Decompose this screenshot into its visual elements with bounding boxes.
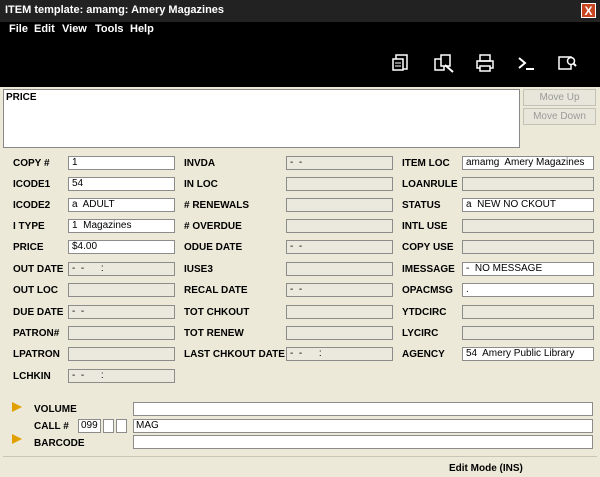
lpatron-field[interactable] xyxy=(68,347,175,361)
overdue-label: # OVERDUE xyxy=(184,221,242,232)
price-panel-label: PRICE xyxy=(6,92,37,103)
recal-date-field[interactable]: - - xyxy=(286,283,393,297)
copy-use-field[interactable] xyxy=(462,240,594,254)
record-icon[interactable] xyxy=(390,53,412,73)
due-date-label: DUE DATE xyxy=(13,307,64,318)
copy-num-label: COPY # xyxy=(13,158,50,169)
volume-label: VOLUME xyxy=(34,404,77,415)
edit-mode-status: Edit Mode (INS) xyxy=(449,463,523,474)
status-field[interactable]: a NEW NO CKOUT xyxy=(462,198,594,212)
due-date-field[interactable]: - - xyxy=(68,305,175,319)
tot-chkout-label: TOT CHKOUT xyxy=(184,307,250,318)
intl-use-field[interactable] xyxy=(462,219,594,233)
call-ind2-field[interactable] xyxy=(116,419,127,433)
menu-tools[interactable]: Tools xyxy=(95,23,124,35)
call-num-field[interactable]: MAG xyxy=(133,419,593,433)
price-panel[interactable]: PRICE xyxy=(3,89,520,148)
call-ind1-field[interactable] xyxy=(103,419,114,433)
print-icon[interactable] xyxy=(474,53,496,73)
search-record-icon[interactable] xyxy=(556,53,578,73)
loanrule-field[interactable] xyxy=(462,177,594,191)
intl-use-label: INTL USE xyxy=(402,221,448,232)
tot-chkout-field[interactable] xyxy=(286,305,393,319)
menu-view[interactable]: View xyxy=(62,23,87,35)
window-title: ITEM template: amamg: Amery Magazines xyxy=(5,4,225,16)
menu-help[interactable]: Help xyxy=(130,23,154,35)
item-loc-label: ITEM LOC xyxy=(402,158,450,169)
last-chkout-date-field[interactable]: - - : xyxy=(286,347,393,361)
out-loc-label: OUT LOC xyxy=(13,285,58,296)
edit-record-icon[interactable] xyxy=(433,53,455,73)
status-label: STATUS xyxy=(402,200,441,211)
in-loc-field[interactable] xyxy=(286,177,393,191)
lycirc-label: LYCIRC xyxy=(402,328,439,339)
opacmsg-field[interactable]: . xyxy=(462,283,594,297)
menu-file[interactable]: File xyxy=(9,23,28,35)
iuse3-field[interactable] xyxy=(286,262,393,276)
price-label: PRICE xyxy=(13,242,44,253)
agency-field[interactable]: 54 Amery Public Library xyxy=(462,347,594,361)
itype-field[interactable]: 1 Magazines xyxy=(68,219,175,233)
agency-label: AGENCY xyxy=(402,349,445,360)
invda-field[interactable]: - - xyxy=(286,156,393,170)
call-tag-field[interactable]: 099 xyxy=(78,419,101,433)
menu-edit[interactable]: Edit xyxy=(34,23,55,35)
icode1-label: ICODE1 xyxy=(13,179,51,190)
last-chkout-date-label: LAST CHKOUT DATE xyxy=(184,349,285,360)
call-num-label: CALL # xyxy=(34,421,69,432)
move-up-button[interactable]: Move Up xyxy=(523,89,596,106)
volume-field[interactable] xyxy=(133,402,593,416)
out-loc-field[interactable] xyxy=(68,283,175,297)
title-bar: ITEM template: amamg: Amery Magazines X xyxy=(0,0,600,23)
renewals-field[interactable] xyxy=(286,198,393,212)
lycirc-field[interactable] xyxy=(462,326,594,340)
move-down-button[interactable]: Move Down xyxy=(523,108,596,125)
ytdcirc-field[interactable] xyxy=(462,305,594,319)
patron-num-field[interactable] xyxy=(68,326,175,340)
close-button[interactable]: X xyxy=(581,3,596,18)
ytdcirc-label: YTDCIRC xyxy=(402,307,447,318)
copy-use-label: COPY USE xyxy=(402,242,454,253)
copy-num-field[interactable]: 1 xyxy=(68,156,175,170)
renewals-label: # RENEWALS xyxy=(184,200,250,211)
barcode-label: BARCODE xyxy=(34,438,85,449)
status-separator xyxy=(3,456,597,457)
lpatron-label: LPATRON xyxy=(13,349,60,360)
recal-date-label: RECAL DATE xyxy=(184,285,248,296)
command-prompt-icon[interactable] xyxy=(515,53,537,73)
invda-label: INVDA xyxy=(184,158,216,169)
imessage-field[interactable]: - NO MESSAGE xyxy=(462,262,594,276)
icode1-field[interactable]: 54 xyxy=(68,177,175,191)
toolbar xyxy=(0,38,600,87)
menu-bar: File Edit View Tools Help xyxy=(0,22,600,38)
loanrule-label: LOANRULE xyxy=(402,179,458,190)
imessage-label: IMESSAGE xyxy=(402,264,455,275)
itype-label: I TYPE xyxy=(13,221,45,232)
price-field[interactable]: $4.00 xyxy=(68,240,175,254)
volume-arrow-icon xyxy=(12,402,22,412)
odue-date-label: ODUE DATE xyxy=(184,242,243,253)
overdue-field[interactable] xyxy=(286,219,393,233)
odue-date-field[interactable]: - - xyxy=(286,240,393,254)
barcode-field[interactable] xyxy=(133,435,593,449)
tot-renew-field[interactable] xyxy=(286,326,393,340)
barcode-arrow-icon xyxy=(12,434,22,444)
item-loc-field[interactable]: amamg Amery Magazines xyxy=(462,156,594,170)
lchkin-field[interactable]: - - : xyxy=(68,369,175,383)
iuse3-label: IUSE3 xyxy=(184,264,213,275)
lchkin-label: LCHKIN xyxy=(13,371,51,382)
in-loc-label: IN LOC xyxy=(184,179,218,190)
out-date-label: OUT DATE xyxy=(13,264,64,275)
out-date-field[interactable]: - - : xyxy=(68,262,175,276)
patron-num-label: PATRON# xyxy=(13,328,60,339)
opacmsg-label: OPACMSG xyxy=(402,285,453,296)
icode2-label: ICODE2 xyxy=(13,200,51,211)
tot-renew-label: TOT RENEW xyxy=(184,328,244,339)
icode2-field[interactable]: a ADULT xyxy=(68,198,175,212)
